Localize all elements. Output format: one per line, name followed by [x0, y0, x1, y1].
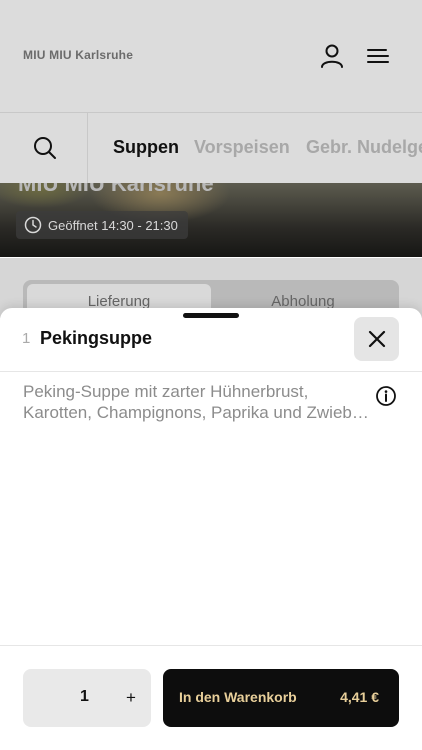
- hero-banner: MIU MIU Karlsruhe Geöffnet 14:30 - 21:30: [0, 183, 422, 257]
- category-tab-vorspeisen[interactable]: Vorspeisen: [194, 137, 290, 158]
- store-name: MIU MIU Karlsruhe: [23, 48, 134, 62]
- quantity-value: 1: [80, 688, 89, 705]
- product-sheet: 1 Pekingsuppe Peking-Suppe mit zarter Hü…: [0, 308, 422, 750]
- opening-hours-text: Geöffnet 14:30 - 21:30: [48, 217, 178, 233]
- price-label: 4,41 €: [340, 689, 379, 705]
- app-header: MIU MIU Karlsruhe: [0, 0, 422, 113]
- opening-hours-badge: Geöffnet 14:30 - 21:30: [16, 211, 188, 239]
- sheet-grabber[interactable]: [183, 313, 239, 318]
- close-button[interactable]: [354, 317, 399, 361]
- description-line: Karotten, Champignons, Paprika und Zwieb…: [23, 403, 373, 422]
- clock-icon: [24, 216, 42, 234]
- close-icon: [368, 330, 386, 348]
- footer-divider: [0, 645, 422, 646]
- hero-title: MIU MIU Karlsruhe: [18, 183, 214, 196]
- quantity-prefix: 1: [22, 330, 31, 347]
- quantity-plus-button[interactable]: +: [116, 669, 146, 727]
- search-icon: [34, 137, 56, 159]
- category-tab-suppen[interactable]: Suppen: [113, 137, 179, 158]
- product-name: Pekingsuppe: [40, 328, 153, 348]
- add-to-cart-label: In den Warenkorb: [179, 689, 297, 705]
- category-tab-nudelgerichte[interactable]: Gebr. Nudelgerichte: [306, 137, 422, 158]
- menu-icon[interactable]: [364, 42, 392, 70]
- info-icon[interactable]: [375, 385, 397, 412]
- quantity-stepper: 1 +: [23, 669, 151, 727]
- user-icon[interactable]: [318, 42, 346, 70]
- add-to-cart-button[interactable]: In den Warenkorb 4,41 €: [163, 669, 399, 727]
- description-line: Peking-Suppe mit zarter Hühnerbrust,: [23, 382, 309, 401]
- search-button[interactable]: [0, 113, 88, 183]
- product-description: Peking-Suppe mit zarter Hühnerbrust, Kar…: [23, 381, 373, 423]
- category-bar: Suppen Vorspeisen Gebr. Nudelgerichte: [0, 113, 422, 184]
